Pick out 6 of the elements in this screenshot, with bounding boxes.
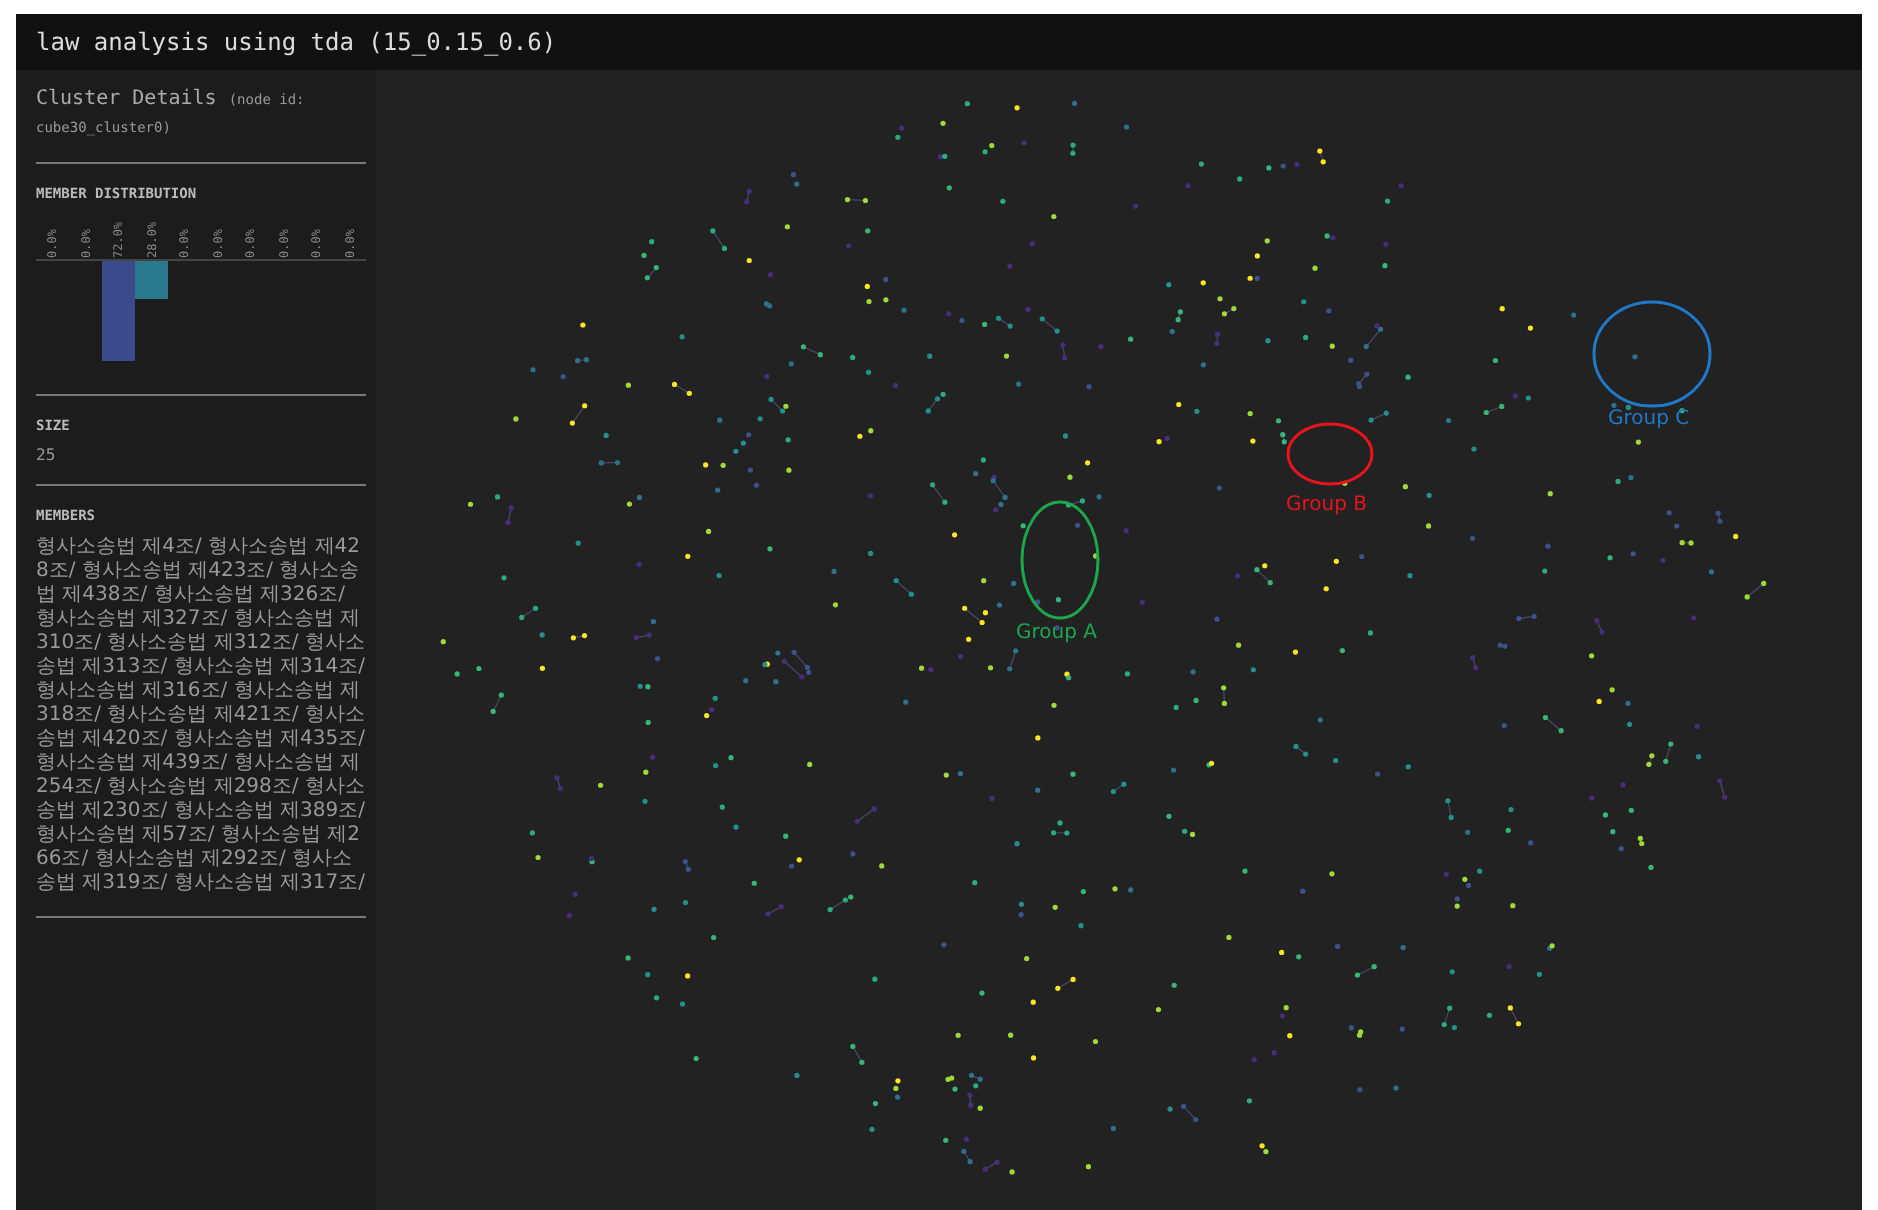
group-label: Group B: [1286, 494, 1367, 516]
size-value: 25: [36, 446, 58, 464]
window-title: law analysis using tda (15_0.15_0.6): [36, 28, 557, 56]
group-label: Group A: [1016, 622, 1097, 644]
members-list: 형사소송법 제4조/ 형사소송법 제428조/ 형사소송법 제423조/ 형사소송법 제438조/ 형사소송법 제326조/ 형사소송법 제327조/ 형사소송법 제310조/ 형사소송법 제312조/ 형사소송법 제313조/ 형사소송법 제314조/ 형사소송법 제316조/ 형사소송법 제318조/ 형사소송법 제421조/ 형사소송법 제420조/ 형사소송법 제435조/ 형사소송법 제439조/ 형사소송법 제254조/ 형사소송법 제298조/ 형사소송법 제230조/ 형사소송법 제389조/ 형사소송법 제57조/ 형사소송법 제266조/ 형사소송법 제292조/ 형사소송법 제319조/ 형사소송법 제317조/: [36, 536, 366, 896]
group-label: Group C: [1608, 408, 1690, 430]
